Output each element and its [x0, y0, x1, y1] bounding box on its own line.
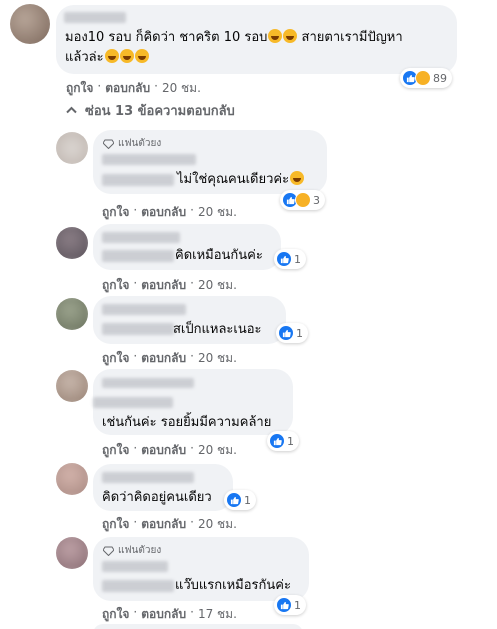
rofl-emoji-icon [119, 49, 134, 63]
reply-button[interactable]: ตอบกลับ [141, 441, 186, 460]
grin-emoji-icon [104, 49, 119, 63]
redacted-name [102, 378, 194, 388]
rofl-emoji-icon [134, 49, 149, 63]
comment-text-line2: แล้วล่ะ [65, 49, 149, 66]
like-reaction-icon [226, 492, 242, 508]
like-reaction-icon [276, 597, 292, 613]
reply-text: คิดเหมือนกันค่ะ [175, 248, 263, 263]
reply-bubble: แฟนตัวยง ไม่ใช่คุณคนเดียวค่ะ [93, 130, 327, 194]
main-comment-bubble: มอง10 รอบ ก็คิดว่า ชาคริต 10 รอบ สายตาเร… [56, 5, 457, 74]
like-button[interactable]: ถูกใจ [102, 515, 129, 534]
reply-text: สเป็กแหละเนอะ [173, 322, 262, 337]
redacted-mention [102, 323, 174, 335]
reaction-summary[interactable]: 1 [276, 323, 308, 343]
timestamp[interactable]: 17 ชม. [198, 605, 237, 624]
reaction-summary[interactable]: 1 [267, 431, 299, 451]
timestamp[interactable]: 20 ชม. [198, 515, 237, 534]
reply-bubble: สเป็กแหละเนอะ [93, 296, 286, 344]
reaction-summary[interactable]: 89 [400, 68, 452, 88]
reply-text: ไม่ใช่คุณคนเดียวค่ะ [177, 171, 305, 188]
reply-button[interactable]: ตอบกลับ [141, 203, 186, 222]
reply-bubble: คิดว่าคิดอยู่คนเดียว [93, 464, 233, 511]
redacted-name [102, 154, 196, 165]
timestamp[interactable]: 20 ชม. [198, 441, 237, 460]
like-button[interactable]: ถูกใจ [102, 203, 129, 222]
reaction-summary[interactable]: 1 [274, 249, 306, 269]
avatar[interactable] [56, 132, 88, 164]
top-fan-badge: แฟนตัวยง [103, 543, 161, 558]
reply-button[interactable]: ตอบกลับ [105, 79, 150, 98]
comment-text-line1: มอง10 รอบ ก็คิดว่า ชาคริต 10 รอบ สายตาเร… [65, 29, 403, 45]
diamond-icon [103, 545, 114, 556]
avatar[interactable] [56, 537, 88, 569]
reply-bubble [93, 624, 303, 629]
reply-bubble: คิดเหมือนกันค่ะ [93, 224, 281, 270]
avatar[interactable] [56, 227, 88, 259]
rofl-emoji-icon [268, 29, 283, 43]
redacted-name [102, 304, 186, 315]
rofl-emoji-icon [283, 29, 298, 43]
avatar[interactable] [56, 463, 88, 495]
reaction-summary[interactable]: 1 [274, 595, 306, 615]
timestamp[interactable]: 20 ชม. [198, 349, 237, 368]
reply-actions: ถูกใจ · ตอบกลับ · 20 ชม. [102, 203, 237, 222]
redacted-name [102, 472, 194, 483]
redacted-name [102, 561, 168, 572]
reply-text: แว๊บแรกเหมือรกันค่ะ [175, 578, 291, 593]
like-reaction-icon [269, 433, 285, 449]
reply-actions: ถูกใจ · ตอบกลับ · 20 ชม. [102, 515, 237, 534]
redacted-name [64, 12, 126, 23]
like-button[interactable]: ถูกใจ [102, 276, 129, 295]
haha-reaction-icon [295, 192, 311, 208]
avatar[interactable] [56, 370, 88, 402]
like-button[interactable]: ถูกใจ [66, 79, 93, 98]
reply-text: คิดว่าคิดอยู่คนเดียว [102, 490, 212, 505]
chevron-up-icon [66, 103, 77, 118]
reply-button[interactable]: ตอบกลับ [141, 605, 186, 624]
reply-actions: ถูกใจ · ตอบกลับ · 17 ชม. [102, 605, 237, 624]
like-button[interactable]: ถูกใจ [102, 605, 129, 624]
like-button[interactable]: ถูกใจ [102, 441, 129, 460]
timestamp[interactable]: 20 ชม. [162, 79, 201, 98]
redacted-mention [102, 580, 174, 592]
avatar[interactable] [10, 4, 50, 44]
redacted-mention [102, 174, 174, 186]
reply-bubble: เช่นกันค่ะ รอยยิ้มมีความคล้าย [93, 369, 293, 435]
reaction-count: 89 [433, 71, 447, 85]
like-reaction-icon [278, 325, 294, 341]
redacted-mention [102, 250, 174, 262]
redacted-mention [93, 397, 173, 408]
reply-actions: ถูกใจ · ตอบกลับ · 20 ชม. [102, 441, 237, 460]
timestamp[interactable]: 20 ชม. [198, 276, 237, 295]
reply-button[interactable]: ตอบกลับ [141, 515, 186, 534]
hide-replies-button[interactable]: ซ่อน 13 ข้อความตอบกลับ [66, 100, 235, 121]
comment-actions: ถูกใจ · ตอบกลับ · 20 ชม. [66, 79, 201, 98]
reply-button[interactable]: ตอบกลับ [141, 276, 186, 295]
reply-bubble: แฟนตัวยง แว๊บแรกเหมือรกันค่ะ [93, 537, 309, 601]
redacted-name [102, 232, 180, 243]
haha-reaction-icon [415, 70, 431, 86]
diamond-icon [103, 138, 114, 149]
reply-button[interactable]: ตอบกลับ [141, 349, 186, 368]
laughing-emoji-icon [290, 171, 305, 185]
timestamp[interactable]: 20 ชม. [198, 203, 237, 222]
reply-text: เช่นกันค่ะ รอยยิ้มมีความคล้าย [102, 415, 272, 430]
reaction-summary[interactable]: 1 [224, 490, 256, 510]
like-reaction-icon [276, 251, 292, 267]
reaction-summary[interactable]: 3 [280, 190, 325, 210]
top-fan-badge: แฟนตัวยง [103, 136, 161, 151]
like-button[interactable]: ถูกใจ [102, 349, 129, 368]
avatar[interactable] [56, 298, 88, 330]
reply-actions: ถูกใจ · ตอบกลับ · 20 ชม. [102, 276, 237, 295]
reply-actions: ถูกใจ · ตอบกลับ · 20 ชม. [102, 349, 237, 368]
